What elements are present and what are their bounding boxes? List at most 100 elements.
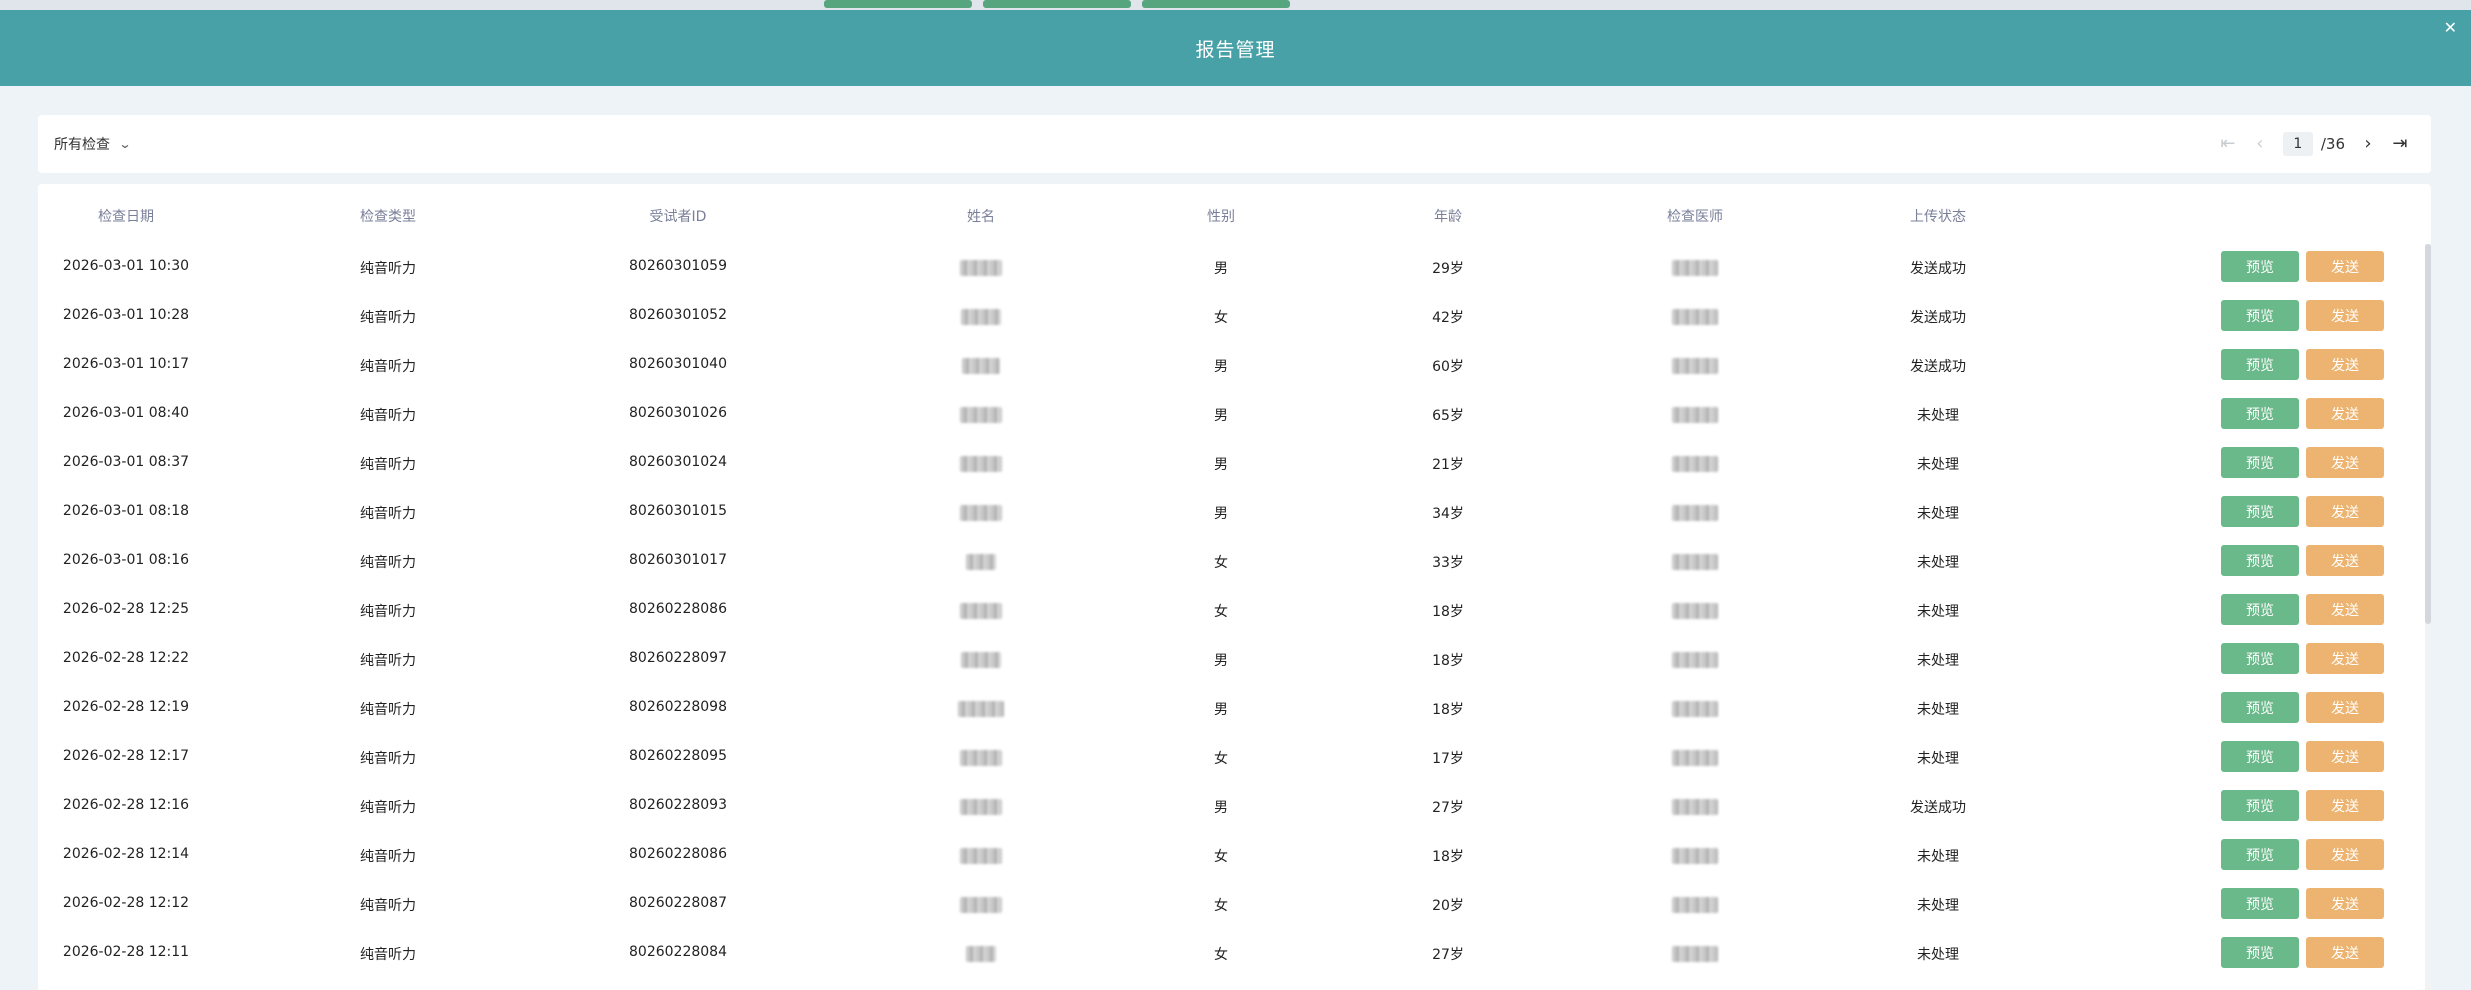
send-button[interactable]: 发送 [2306, 594, 2384, 625]
redacted-name [960, 505, 1002, 521]
cell-gender: 男 [1214, 506, 1228, 522]
send-button[interactable]: 发送 [2306, 643, 2384, 674]
preview-button[interactable]: 预览 [2221, 839, 2299, 870]
scrollbar-thumb[interactable] [2425, 244, 2431, 624]
background-app-strip [0, 0, 2471, 10]
cell-status: 未处理 [1917, 947, 1959, 963]
table-row: 2026-02-28 12:14 纯音听力 80260228086 女 18岁 未处理 预览… [38, 832, 2431, 881]
preview-button[interactable]: 预览 [2221, 741, 2299, 772]
redacted-doctor [1672, 946, 1718, 962]
cell-status: 未处理 [1917, 898, 1959, 914]
cell-date: 2026-03-01 08:37 [62, 454, 190, 470]
send-button[interactable]: 发送 [2306, 790, 2384, 821]
cell-id: 80260301040 [629, 356, 727, 372]
page-total: /36 [2320, 135, 2345, 153]
cell-date: 2026-03-01 10:30 [62, 258, 190, 274]
send-button[interactable]: 发送 [2306, 300, 2384, 331]
cell-gender: 女 [1214, 555, 1228, 571]
table-row: 2026-02-28 12:17 纯音听力 80260228095 女 17岁 未处理 预览… [38, 734, 2431, 783]
cell-date: 2026-02-28 12:11 [62, 944, 190, 960]
last-page-icon[interactable]: ⇥ [2391, 135, 2409, 153]
cell-type: 纯音听力 [360, 947, 416, 963]
cell-id: 80260301026 [629, 405, 727, 421]
cell-type: 纯音听力 [360, 653, 416, 669]
send-button[interactable]: 发送 [2306, 496, 2384, 527]
cell-id: 80260301017 [629, 552, 727, 568]
close-icon[interactable]: ✕ [2444, 18, 2457, 37]
table-row: 2026-03-01 10:30 纯音听力 80260301059 男 29岁 发送成功 预… [38, 244, 2431, 293]
preview-button[interactable]: 预览 [2221, 496, 2299, 527]
send-button[interactable]: 发送 [2306, 447, 2384, 478]
cell-age: 18岁 [1432, 849, 1464, 865]
cell-id: 80260228098 [629, 699, 727, 715]
redacted-name [961, 652, 1001, 668]
cell-id: 80260301059 [629, 258, 727, 274]
preview-button[interactable]: 预览 [2221, 349, 2299, 380]
cell-gender: 男 [1214, 408, 1228, 424]
preview-button[interactable]: 预览 [2221, 447, 2299, 478]
cell-age: 27岁 [1432, 947, 1464, 963]
preview-button[interactable]: 预览 [2221, 790, 2299, 821]
send-button[interactable]: 发送 [2306, 888, 2384, 919]
cell-status: 未处理 [1917, 849, 1959, 865]
send-button[interactable]: 发送 [2306, 692, 2384, 723]
table-row: 2026-02-28 12:19 纯音听力 80260228098 男 18岁 未处理 预览… [38, 685, 2431, 734]
cell-type: 纯音听力 [360, 457, 416, 473]
preview-button[interactable]: 预览 [2221, 594, 2299, 625]
cell-age: 21岁 [1432, 457, 1464, 473]
column-header: 检查日期 [98, 209, 154, 225]
cell-age: 18岁 [1432, 653, 1464, 669]
cell-age: 18岁 [1432, 604, 1464, 620]
preview-button[interactable]: 预览 [2221, 937, 2299, 968]
cell-type: 纯音听力 [360, 261, 416, 277]
preview-button[interactable]: 预览 [2221, 398, 2299, 429]
redacted-name [961, 309, 1001, 325]
table-scrollbar[interactable] [2425, 244, 2431, 990]
preview-button[interactable]: 预览 [2221, 692, 2299, 723]
column-header: 姓名 [967, 209, 995, 225]
send-button[interactable]: 发送 [2306, 839, 2384, 870]
send-button[interactable]: 发送 [2306, 741, 2384, 772]
cell-id: 80260228093 [629, 797, 727, 813]
exam-filter-select[interactable]: 所有检查 ⌄ [54, 115, 132, 173]
table-row: 2026-03-01 10:17 纯音听力 80260301040 男 60岁 发送成功 预… [38, 342, 2431, 391]
column-header: 年龄 [1434, 209, 1462, 225]
preview-button[interactable]: 预览 [2221, 300, 2299, 331]
cell-status: 未处理 [1917, 702, 1959, 718]
preview-button[interactable]: 预览 [2221, 888, 2299, 919]
table-row: 2026-03-01 08:37 纯音听力 80260301024 男 21岁 未处理 预览… [38, 440, 2431, 489]
cell-gender: 男 [1214, 702, 1228, 718]
send-button[interactable]: 发送 [2306, 398, 2384, 429]
cell-type: 纯音听力 [360, 555, 416, 571]
cell-gender: 男 [1214, 359, 1228, 375]
preview-button[interactable]: 预览 [2221, 251, 2299, 282]
send-button[interactable]: 发送 [2306, 545, 2384, 576]
cell-status: 未处理 [1917, 751, 1959, 767]
redacted-name [962, 358, 1000, 374]
preview-button[interactable]: 预览 [2221, 643, 2299, 674]
redacted-name [960, 897, 1002, 913]
prev-page-icon[interactable]: ‹ [2251, 135, 2269, 153]
cell-age: 34岁 [1432, 506, 1464, 522]
cell-date: 2026-02-28 12:16 [62, 797, 190, 813]
cell-id: 80260301024 [629, 454, 727, 470]
cell-age: 20岁 [1432, 898, 1464, 914]
cell-date: 2026-03-01 08:40 [62, 405, 190, 421]
preview-button[interactable]: 预览 [2221, 545, 2299, 576]
pagination: ⇤ ‹ /36 › ⇥ [2219, 115, 2409, 173]
page-number-input[interactable] [2282, 132, 2313, 156]
send-button[interactable]: 发送 [2306, 349, 2384, 380]
cell-gender: 男 [1214, 653, 1228, 669]
cell-gender: 男 [1214, 800, 1228, 816]
cell-age: 33岁 [1432, 555, 1464, 571]
table-row: 2026-02-28 12:11 纯音听力 80260228084 女 27岁 未处理 预览… [38, 930, 2431, 979]
next-page-icon[interactable]: › [2359, 135, 2377, 153]
send-button[interactable]: 发送 [2306, 251, 2384, 282]
send-button[interactable]: 发送 [2306, 937, 2384, 968]
toolbar: 所有检查 ⌄ ⇤ ‹ /36 › ⇥ [38, 115, 2431, 173]
first-page-icon[interactable]: ⇤ [2219, 135, 2237, 153]
chevron-down-icon: ⌄ [118, 137, 132, 151]
column-header: 性别 [1207, 209, 1235, 225]
cell-gender: 男 [1214, 457, 1228, 473]
redacted-doctor [1672, 799, 1718, 815]
